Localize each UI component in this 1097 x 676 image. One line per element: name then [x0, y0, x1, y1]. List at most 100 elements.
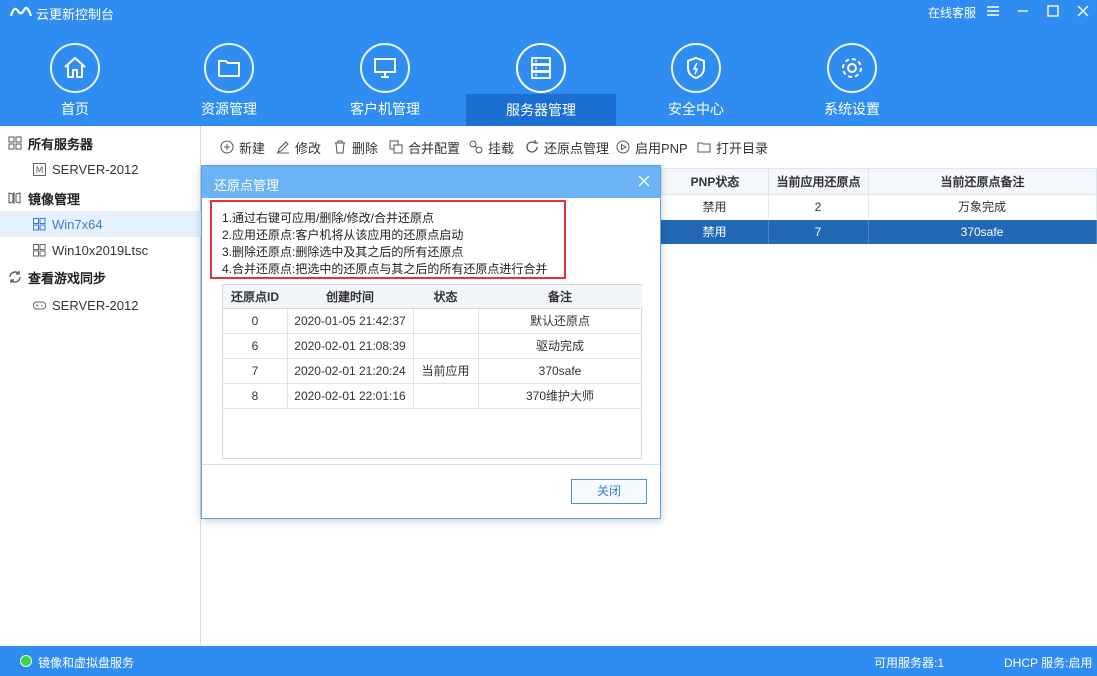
merge-config-label: 合并配置 — [408, 140, 461, 156]
nav-security[interactable]: 安全中心 — [621, 24, 771, 126]
nav-resources[interactable]: 资源管理 — [154, 24, 304, 126]
dialog-title: 还原点管理 — [214, 178, 280, 193]
sidebar-group-images[interactable]: 镜像管理 — [0, 184, 201, 212]
close-icon[interactable] — [636, 173, 652, 189]
info-line: 2.应用还原点:客户机将从该应用的还原点启动 — [222, 228, 464, 242]
copy-icon — [389, 140, 403, 154]
dhcp-status: DHCP 服务:启用 — [1004, 656, 1093, 670]
plus-circle-icon — [220, 140, 234, 154]
refresh-icon — [526, 140, 538, 153]
nav-servers[interactable]: 服务器管理 — [466, 24, 616, 126]
menu-button[interactable] — [984, 2, 1002, 20]
gamepad-icon — [33, 301, 46, 309]
table-header[interactable]: 备注 — [478, 285, 642, 309]
play-circle-icon — [616, 140, 630, 154]
sidebar-group-game-sync[interactable]: 查看游戏同步 — [0, 263, 201, 291]
table-cell[interactable]: 禁用 — [661, 195, 769, 219]
restore-point-table: 还原点ID 创建时间 状态 备注 0 2020-01-05 21:42:37 默… — [222, 284, 642, 459]
nav-label: 服务器管理 — [466, 94, 616, 126]
sidebar-group-all-servers[interactable]: 所有服务器 — [0, 129, 201, 157]
app-header: 云更新控制台 在线客服 首页 资源管理 客户机管理 服务器管理 安全中心 系统设… — [0, 0, 1097, 126]
maximize-button[interactable] — [1044, 2, 1062, 20]
nav-clients[interactable]: 客户机管理 — [310, 24, 460, 126]
sidebar-item-label: SERVER-2012 — [52, 297, 139, 313]
dialog-titlebar: 还原点管理 — [202, 166, 660, 198]
close-window-button[interactable] — [1074, 2, 1092, 20]
sidebar-item-label: Win10x2019Ltsc — [52, 242, 149, 258]
table-header[interactable]: 当前还原点备注 — [868, 168, 1097, 195]
nav-home[interactable]: 首页 — [0, 24, 150, 126]
toolbar: 新建 修改 删除 合并配置 挂载 还原点管理 启用PNP 打开目录 — [202, 126, 1097, 166]
minimize-button[interactable] — [1014, 2, 1032, 20]
mount-button[interactable]: 挂载 — [469, 138, 514, 156]
table-header[interactable]: 创建时间 — [287, 285, 414, 309]
table-cell[interactable]: 2 — [768, 195, 869, 219]
table-cell[interactable]: 370safe — [868, 220, 1097, 244]
restore-point-label: 还原点管理 — [544, 140, 610, 156]
enable-pnp-button[interactable]: 启用PNP — [616, 138, 688, 156]
table-cell[interactable]: 370维护大师 — [478, 384, 642, 409]
sidebar-item-server[interactable]: M SERVER-2012 — [0, 156, 201, 182]
available-servers: 可用服务器:1 — [874, 656, 945, 670]
table-cell[interactable]: 默认还原点 — [478, 309, 642, 334]
close-icon — [1077, 5, 1089, 17]
gear-icon — [827, 43, 877, 93]
table-cell[interactable]: 禁用 — [661, 220, 769, 244]
nav-label: 首页 — [61, 101, 89, 117]
windows-icon — [33, 243, 46, 256]
table-cell[interactable] — [413, 334, 479, 359]
mount-icon — [469, 140, 483, 154]
table-cell[interactable]: 7 — [768, 220, 869, 244]
close-button[interactable]: 关闭 — [571, 479, 647, 504]
nav-settings[interactable]: 系统设置 — [777, 24, 927, 126]
online-support-link[interactable]: 在线客服 — [928, 4, 976, 21]
open-dir-button[interactable]: 打开目录 — [697, 138, 768, 156]
sidebar-item-win7x64[interactable]: Win7x64 — [0, 211, 201, 237]
table-cell[interactable]: 2020-02-01 21:08:39 — [287, 334, 414, 359]
status-indicator-icon — [20, 655, 32, 667]
delete-button[interactable]: 删除 — [333, 138, 378, 156]
new-button[interactable]: 新建 — [220, 138, 265, 156]
table-header[interactable]: PNP状态 — [661, 168, 769, 195]
table-cell[interactable]: 万象完成 — [868, 195, 1097, 219]
table-cell[interactable]: 2020-02-01 22:01:16 — [287, 384, 414, 409]
dialog-divider — [202, 464, 660, 465]
sidebar-item-label: Win7x64 — [52, 216, 103, 232]
table-cell[interactable]: 0 — [223, 309, 288, 334]
sidebar-group-label: 查看游戏同步 — [28, 270, 107, 286]
delete-label: 删除 — [352, 140, 379, 156]
mirror-icon — [8, 192, 21, 204]
table-cell[interactable]: 驱动完成 — [478, 334, 642, 359]
table-cell[interactable]: 370safe — [478, 359, 642, 384]
table-cell[interactable]: 6 — [223, 334, 288, 359]
server-icon — [516, 43, 566, 93]
edit-label: 修改 — [295, 140, 322, 156]
new-label: 新建 — [239, 140, 266, 156]
sidebar-item-game-server[interactable]: SERVER-2012 — [0, 292, 201, 318]
trash-icon — [335, 140, 345, 154]
sidebar-group-label: 镜像管理 — [28, 191, 81, 207]
table-header[interactable]: 状态 — [413, 285, 479, 309]
restore-point-button[interactable]: 还原点管理 — [525, 138, 609, 156]
table-header[interactable]: 还原点ID — [223, 285, 288, 309]
merge-config-button[interactable]: 合并配置 — [389, 138, 460, 156]
table-cell[interactable] — [413, 384, 479, 409]
edit-button[interactable]: 修改 — [276, 138, 321, 156]
table-cell[interactable]: 7 — [223, 359, 288, 384]
sidebar: 所有服务器 M SERVER-2012 镜像管理 Win7x64 Win10x2… — [0, 126, 201, 645]
folder-icon — [697, 142, 711, 153]
table-cell[interactable] — [413, 309, 479, 334]
table-cell[interactable]: 当前应用 — [413, 359, 479, 384]
shield-icon — [671, 43, 721, 93]
table-header[interactable]: 当前应用还原点 — [768, 168, 869, 195]
minimize-icon — [1018, 10, 1028, 12]
nav-label: 安全中心 — [668, 101, 724, 117]
monitor-icon — [360, 43, 410, 93]
service-status: 镜像和虚拟盘服务 — [38, 656, 135, 670]
table-cell[interactable]: 2020-01-05 21:42:37 — [287, 309, 414, 334]
table-cell[interactable]: 2020-02-01 21:20:24 — [287, 359, 414, 384]
sidebar-item-win10[interactable]: Win10x2019Ltsc — [0, 237, 201, 263]
info-box: 1.通过右键可应用/删除/修改/合并还原点 2.应用还原点:客户机将从该应用的还… — [210, 200, 566, 279]
info-line: 1.通过右键可应用/删除/修改/合并还原点 — [222, 211, 435, 225]
table-cell[interactable]: 8 — [223, 384, 288, 409]
